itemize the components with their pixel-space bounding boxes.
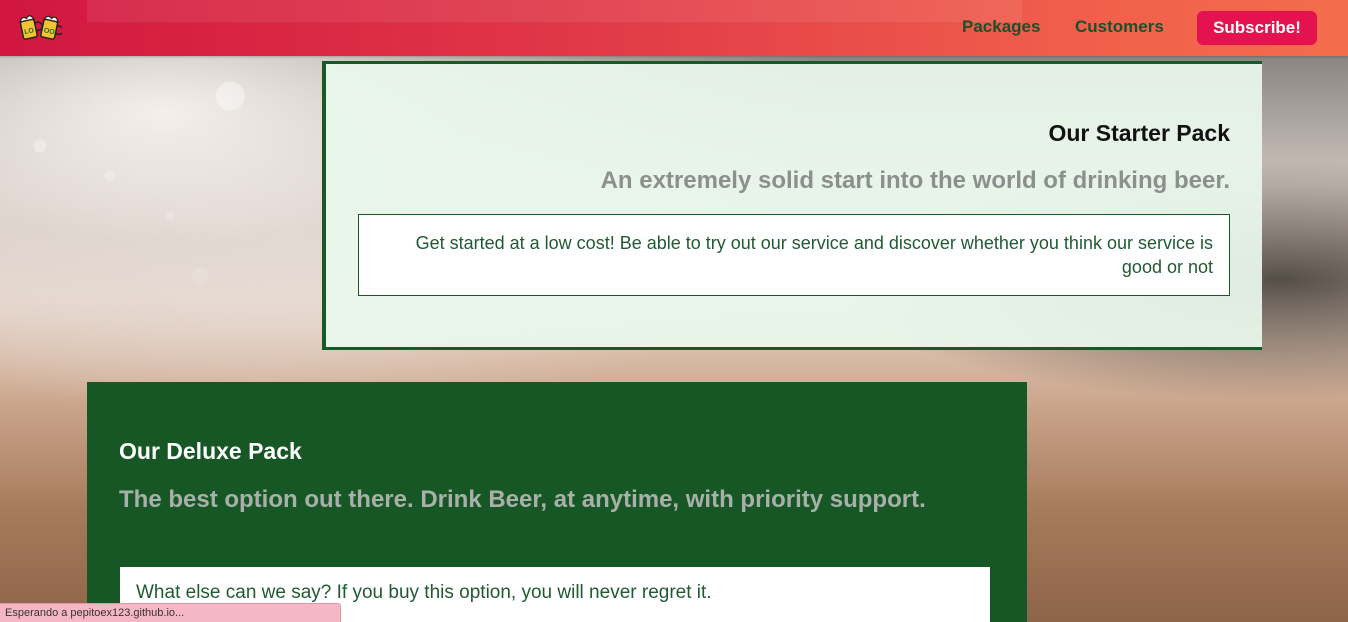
starter-pack-card: Our Starter Pack An extremely solid star… bbox=[322, 61, 1262, 350]
nav-link-customers[interactable]: Customers bbox=[1075, 17, 1164, 37]
deluxe-pack-title: Our Deluxe Pack bbox=[119, 438, 302, 464]
starter-pack-title: Our Starter Pack bbox=[1048, 120, 1230, 146]
nav-inner-strip bbox=[87, 0, 1022, 23]
subscribe-button[interactable]: Subscribe! bbox=[1197, 11, 1317, 45]
beer-mugs-icon[interactable]: LO OO bbox=[18, 10, 64, 46]
starter-pack-subtitle: An extremely solid start into the world … bbox=[600, 167, 1230, 194]
deluxe-pack-card: Our Deluxe Pack The best option out ther… bbox=[87, 382, 1027, 622]
background-image bbox=[0, 56, 330, 386]
browser-status-tooltip: Esperando a pepitoex123.github.io... bbox=[0, 603, 341, 622]
top-navbar: LO OO Packages Customers Subscribe! bbox=[0, 0, 1348, 56]
nav-link-packages[interactable]: Packages bbox=[962, 17, 1040, 37]
deluxe-pack-subtitle: The best option out there. Drink Beer, a… bbox=[119, 486, 926, 513]
starter-pack-description: Get started at a low cost! Be able to tr… bbox=[358, 214, 1230, 296]
